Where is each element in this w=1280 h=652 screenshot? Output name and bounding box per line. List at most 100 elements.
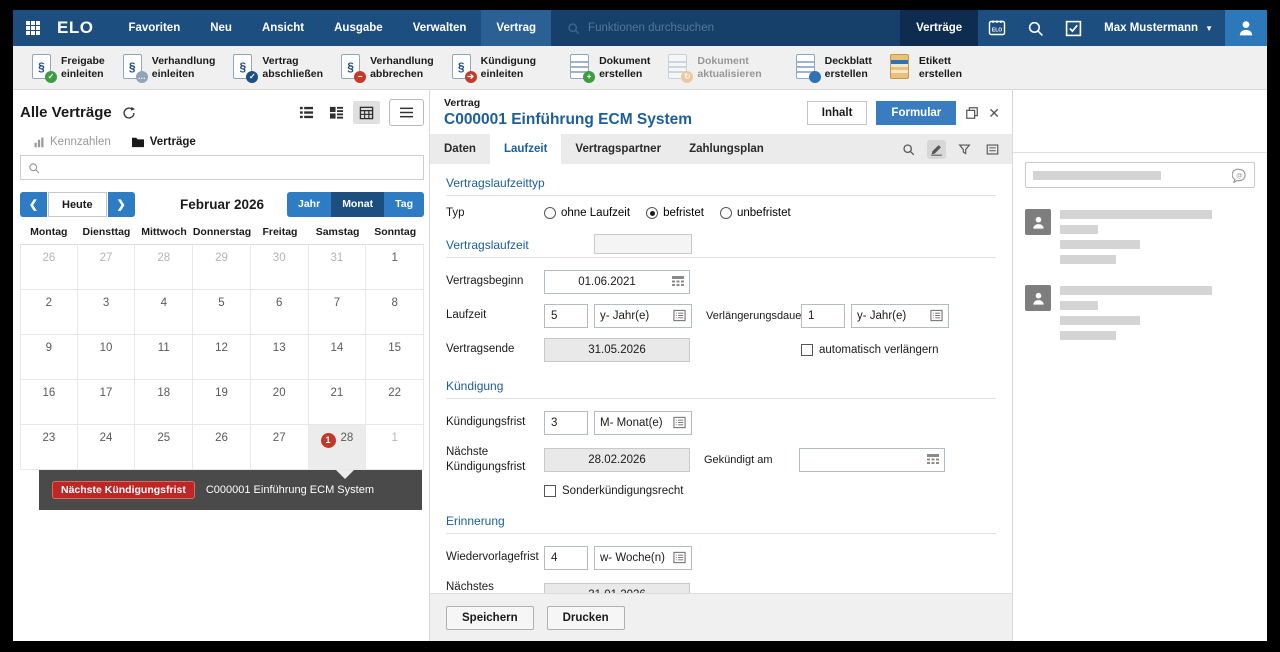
ribbon-etikett-erstellen[interactable]: Etiketterstellen: [881, 48, 971, 88]
calendar-day[interactable]: 28: [135, 245, 193, 290]
inhalt-button[interactable]: Inhalt: [807, 101, 868, 125]
tab-laufzeit[interactable]: Laufzeit: [490, 134, 561, 164]
speichern-button[interactable]: Speichern: [446, 606, 534, 630]
tab-vertragspartner[interactable]: Vertragspartner: [561, 134, 675, 164]
tab-kennzahlen[interactable]: Kennzahlen: [33, 136, 111, 148]
calendar-day[interactable]: 19: [193, 380, 251, 425]
laufzeit-input[interactable]: [545, 305, 587, 327]
edit-pen-icon[interactable]: [927, 140, 946, 159]
calendar-day[interactable]: 27: [251, 425, 309, 470]
calendar-day[interactable]: 30: [251, 245, 309, 290]
calendar-view-icon[interactable]: [353, 101, 380, 124]
maximize-icon[interactable]: [965, 106, 979, 120]
view-jahr[interactable]: Jahr: [287, 192, 331, 217]
calendar-day[interactable]: 18: [135, 380, 193, 425]
tab-daten[interactable]: Daten: [430, 134, 490, 164]
calendar-day[interactable]: 27: [78, 245, 136, 290]
radio-ohne-laufzeit[interactable]: ohne Laufzeit: [544, 207, 630, 219]
contracts-search-input[interactable]: [46, 162, 416, 174]
sonderkuendigungsrecht-checkbox[interactable]: Sonderkündigungsrecht: [544, 485, 683, 497]
verlaengerungsdauer-input[interactable]: [802, 305, 844, 327]
wiedervorlagefrist-input[interactable]: [545, 547, 587, 569]
panel-menu-button[interactable]: [389, 99, 424, 126]
form-view-icon[interactable]: [983, 140, 1002, 159]
calendar-day[interactable]: 26: [193, 425, 251, 470]
calendar-day[interactable]: 13: [251, 335, 309, 380]
global-search-icon[interactable]: [1016, 10, 1054, 46]
gekuendigt-am-input[interactable]: [800, 449, 944, 471]
tab-zahlungsplan[interactable]: Zahlungsplan: [675, 134, 778, 164]
ribbon-verhandlung-einleiten[interactable]: §… Verhandlungeinleiten: [114, 48, 225, 88]
calendar-day[interactable]: 24: [78, 425, 136, 470]
menu-favoriten[interactable]: Favoriten: [113, 10, 195, 46]
calendar-day[interactable]: 5: [193, 290, 251, 335]
menu-vertrag[interactable]: Vertrag: [481, 10, 551, 46]
feed-comment-input[interactable]: @: [1025, 162, 1255, 188]
calendar-day[interactable]: 3: [78, 290, 136, 335]
radio-unbefristet[interactable]: unbefristet: [720, 207, 791, 219]
menu-neu[interactable]: Neu: [195, 10, 247, 46]
menu-ansicht[interactable]: Ansicht: [247, 10, 319, 46]
list-view-icon[interactable]: [293, 101, 320, 124]
ribbon-dokument-erstellen[interactable]: + Dokumenterstellen: [561, 48, 659, 88]
vertragsbeginn-input[interactable]: [545, 271, 689, 293]
calendar-day[interactable]: 31: [309, 245, 367, 290]
calendar-day[interactable]: 7: [309, 290, 367, 335]
formular-button[interactable]: Formular: [876, 101, 956, 125]
kuendigungsfrist-input[interactable]: [545, 412, 587, 434]
split-view-icon[interactable]: [323, 101, 350, 124]
calendar-day[interactable]: 23: [20, 425, 78, 470]
calendar-day[interactable]: 2: [20, 290, 78, 335]
ribbon-verhandlung-abbrechen[interactable]: §− Verhandlungabbrechen: [332, 48, 443, 88]
ribbon-kuendigung-einleiten[interactable]: §➔ Kündigungeinleiten: [443, 48, 545, 88]
calendar-day[interactable]: 26: [20, 245, 78, 290]
view-monat[interactable]: Monat: [331, 192, 384, 217]
profile-icon[interactable]: [1225, 10, 1267, 46]
wiedervorlagefrist-unit-select[interactable]: w- Woche(n): [594, 546, 692, 570]
verlaengerungsdauer-unit-select[interactable]: y- Jahr(e): [851, 304, 949, 328]
calendar-next-button[interactable]: ❯: [108, 192, 135, 217]
calendar-day-with-event[interactable]: 1 28: [309, 425, 367, 470]
date-picker-icon[interactable]: [926, 453, 940, 467]
calendar-day[interactable]: 14: [309, 335, 367, 380]
calendar-day[interactable]: 22: [366, 380, 424, 425]
app-launcher-icon[interactable]: [13, 10, 53, 46]
filter-icon[interactable]: [955, 140, 974, 159]
ribbon-vertrag-abschliessen[interactable]: §✓ Vertragabschließen: [224, 48, 332, 88]
calendar-day[interactable]: 10: [78, 335, 136, 380]
calendar-day[interactable]: 20: [251, 380, 309, 425]
workspace-tab-vertraege[interactable]: Verträge: [900, 10, 978, 46]
ribbon-freigabe-einleiten[interactable]: §✓ Freigabeeinleiten: [23, 48, 114, 88]
auto-verlaengern-checkbox[interactable]: automatisch verlängern: [801, 344, 939, 356]
date-picker-icon[interactable]: [671, 275, 685, 289]
ribbon-deckblatt-erstellen[interactable]: Deckblatterstellen: [787, 48, 881, 88]
calendar-day[interactable]: 4: [135, 290, 193, 335]
calendar-day[interactable]: 1: [366, 425, 424, 470]
elo-app-icon[interactable]: ELO: [978, 10, 1016, 46]
tasks-icon[interactable]: [1054, 10, 1092, 46]
function-search[interactable]: Funktionen durchsuchen: [551, 10, 900, 46]
calendar-day[interactable]: 11: [135, 335, 193, 380]
tab-vertraege[interactable]: Verträge: [131, 136, 196, 148]
mention-bubble-icon[interactable]: @: [1232, 168, 1247, 183]
close-icon[interactable]: ✕: [988, 106, 1000, 120]
refresh-icon[interactable]: [122, 106, 136, 120]
calendar-day[interactable]: 1: [366, 245, 424, 290]
contracts-search-box[interactable]: [20, 155, 424, 180]
drucken-button[interactable]: Drucken: [547, 606, 625, 630]
menu-verwalten[interactable]: Verwalten: [398, 10, 482, 46]
kuendigungsfrist-unit-select[interactable]: M- Monat(e): [594, 411, 692, 435]
calendar-event-bar[interactable]: Nächste Kündigungsfrist C000001 Einführu…: [39, 470, 422, 510]
radio-befristet[interactable]: befristet: [646, 207, 704, 219]
calendar-day[interactable]: 17: [78, 380, 136, 425]
user-menu[interactable]: Max Mustermann ▼: [1092, 10, 1225, 46]
calendar-day[interactable]: 12: [193, 335, 251, 380]
laufzeit-unit-select[interactable]: y- Jahr(e): [594, 304, 692, 328]
calendar-day[interactable]: 21: [309, 380, 367, 425]
menu-ausgabe[interactable]: Ausgabe: [319, 10, 398, 46]
calendar-day[interactable]: 16: [20, 380, 78, 425]
calendar-day[interactable]: 8: [366, 290, 424, 335]
calendar-day[interactable]: 9: [20, 335, 78, 380]
calendar-day[interactable]: 15: [366, 335, 424, 380]
calendar-today-button[interactable]: Heute: [48, 192, 107, 217]
